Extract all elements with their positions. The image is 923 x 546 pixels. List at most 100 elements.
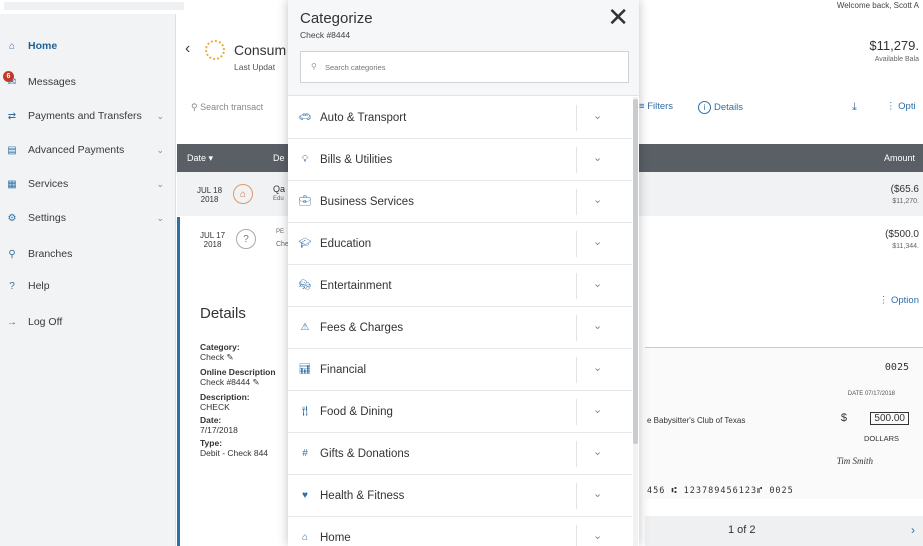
details-button[interactable]: i Details — [698, 101, 743, 114]
search-icon: ⚲ — [191, 102, 198, 112]
details-label: Details — [714, 102, 744, 113]
services-icon: ▦ — [7, 178, 17, 190]
column-header-description[interactable]: De — [273, 153, 285, 163]
category-search-input[interactable] — [325, 60, 615, 74]
available-balance-label: Available Bala — [874, 56, 919, 63]
sidebar-item-advanced-payments[interactable]: ▤ Advanced Payments ⌄ — [0, 138, 176, 162]
sidebar-item-payments-transfers[interactable]: ⇄ Payments and Transfers ⌄ — [0, 104, 176, 128]
available-balance: $11,279. — [869, 38, 919, 53]
category-bills-utilities[interactable]: 💡︎ Bills & Utilities ⌄ — [288, 139, 632, 181]
sidebar-item-services[interactable]: ▦ Services ⌄ — [0, 172, 176, 196]
chevron-down-icon: ⌄ — [156, 178, 164, 189]
chevron-down-icon[interactable]: ⌄ — [593, 109, 602, 122]
transaction-running-balance: $11,344. — [892, 243, 919, 250]
check-dollar-sign: $ — [840, 412, 847, 424]
chevron-down-icon: ⌄ — [156, 212, 164, 223]
education-category-icon[interactable]: ⌂ — [233, 184, 253, 204]
filters-button[interactable]: ≡ Filters — [639, 101, 673, 112]
chevron-down-icon[interactable]: ⌄ — [593, 361, 602, 374]
briefcase-icon: 💼︎ — [298, 195, 312, 207]
sidebar-item-branches[interactable]: ⚲ Branches — [0, 242, 176, 266]
sidebar-item-help[interactable]: ? Help — [0, 274, 176, 298]
logoff-icon: → — [7, 316, 17, 328]
detail-label: Online Description — [200, 367, 276, 377]
category-label: Gifts & Donations — [320, 448, 410, 460]
transaction-options-link[interactable]: ⋮ Option — [879, 295, 919, 306]
chevron-down-icon[interactable]: ⌄ — [593, 445, 602, 458]
divider — [576, 147, 577, 173]
column-header-date[interactable]: Date ▾ — [187, 153, 213, 164]
edit-pencil-icon[interactable]: ✎ — [252, 377, 259, 387]
detail-description: Description: CHECK — [200, 392, 250, 412]
divider — [576, 483, 577, 509]
dialog-subtitle: Check #8444 — [300, 30, 351, 40]
chevron-down-icon[interactable]: ⌄ — [593, 319, 602, 332]
edit-pencil-icon[interactable]: ✎ — [226, 352, 233, 362]
transaction-amount: ($65.6 — [890, 184, 919, 195]
sidebar: ⌂ Home ✉ 6 Messages ⇄ Payments and Transf… — [0, 14, 176, 546]
sidebar-item-label: Messages — [28, 76, 76, 88]
payments-icon: ▤ — [7, 144, 17, 156]
category-label: Fees & Charges — [320, 322, 404, 334]
category-education[interactable]: 🎓︎ Education ⌄ — [288, 223, 632, 265]
back-chevron-icon[interactable]: ‹ — [185, 40, 190, 58]
category-search-box[interactable]: ⚲ — [300, 51, 629, 83]
category-label: Health & Fitness — [320, 490, 405, 502]
download-icon[interactable]: ⤓ — [852, 101, 857, 114]
check-signature: Tim Smith — [836, 456, 873, 466]
scrollbar-thumb[interactable] — [633, 99, 638, 444]
category-food-dining[interactable]: 🍴︎ Food & Dining ⌄ — [288, 391, 632, 433]
chevron-down-icon[interactable]: ⌄ — [593, 277, 602, 290]
divider — [576, 441, 577, 467]
chevron-down-icon[interactable]: ⌄ — [593, 235, 602, 248]
category-health-fitness[interactable]: ♥ Health & Fitness ⌄ — [288, 475, 632, 517]
detail-category: Category: Check ✎ — [200, 342, 240, 362]
ticket-icon: 🎭︎ — [298, 279, 312, 291]
categorize-dialog: Categorize Check #8444 ✕ ⚲ 🚗︎ Auto & Tra… — [288, 0, 639, 546]
category-auto-transport[interactable]: 🚗︎ Auto & Transport ⌄ — [288, 97, 632, 139]
category-label: Education — [320, 238, 372, 250]
account-name: Consum — [234, 42, 287, 58]
sidebar-item-messages[interactable]: ✉ 6 Messages — [0, 70, 176, 94]
sidebar-item-home[interactable]: ⌂ Home — [0, 34, 176, 58]
search-transactions-input[interactable]: ⚲ Search transact — [191, 102, 263, 113]
sidebar-item-label: Settings — [28, 212, 66, 224]
sidebar-item-settings[interactable]: ⚙ Settings ⌄ — [0, 206, 176, 230]
category-entertainment[interactable]: 🎭︎ Entertainment ⌄ — [288, 265, 632, 307]
sidebar-item-label: Help — [28, 280, 50, 292]
column-header-amount[interactable]: Amount — [884, 153, 915, 163]
category-financial[interactable]: 📊︎ Financial ⌄ — [288, 349, 632, 391]
chevron-down-icon[interactable]: ⌄ — [593, 193, 602, 206]
category-gifts-donations[interactable]: # Gifts & Donations ⌄ — [288, 433, 632, 475]
sidebar-item-log-off[interactable]: → Log Off — [0, 310, 176, 334]
column-header-date-label: Date — [187, 153, 207, 163]
uncategorized-icon[interactable]: ? — [236, 229, 256, 249]
check-payee: e Babysitter's Club of Texas — [647, 416, 746, 425]
transaction-description: PE — [276, 229, 285, 235]
search-placeholder: Search transact — [200, 102, 264, 112]
divider — [576, 231, 577, 257]
options-button[interactable]: ⋮ Opti — [886, 101, 916, 112]
category-home[interactable]: ⌂ Home ⌄ — [288, 517, 632, 546]
transaction-description: Qa — [273, 184, 286, 194]
last-updated: Last Updat — [234, 62, 276, 72]
check-image: 0025 DATE 07/17/2018 e Babysitter's Club… — [645, 347, 923, 499]
help-icon: ? — [9, 280, 15, 292]
category-business-services[interactable]: 💼︎ Business Services ⌄ — [288, 181, 632, 223]
chevron-right-icon[interactable]: › — [911, 523, 915, 537]
divider — [576, 357, 577, 383]
chevron-down-icon[interactable]: ⌄ — [593, 151, 602, 164]
welcome-text: Welcome back, Scott A — [836, 1, 919, 10]
location-icon: ⚲ — [8, 248, 16, 260]
category-fees-charges[interactable]: ⚠︎ Fees & Charges ⌄ — [288, 307, 632, 349]
detail-label: Category: — [200, 342, 240, 352]
chevron-down-icon[interactable]: ⌄ — [593, 487, 602, 500]
chevron-down-icon[interactable]: ⌄ — [593, 403, 602, 416]
close-icon[interactable]: ✕ — [607, 4, 629, 30]
filters-label: Filters — [647, 101, 674, 112]
check-dollars-label: DOLLARS — [863, 434, 899, 443]
chevron-down-icon[interactable]: ⌄ — [593, 529, 602, 542]
divider — [576, 315, 577, 341]
check-micr-line: 456 ⑆ 123789456123⑈ 0025 — [647, 486, 794, 496]
sidebar-item-label: Payments and Transfers — [28, 110, 142, 122]
